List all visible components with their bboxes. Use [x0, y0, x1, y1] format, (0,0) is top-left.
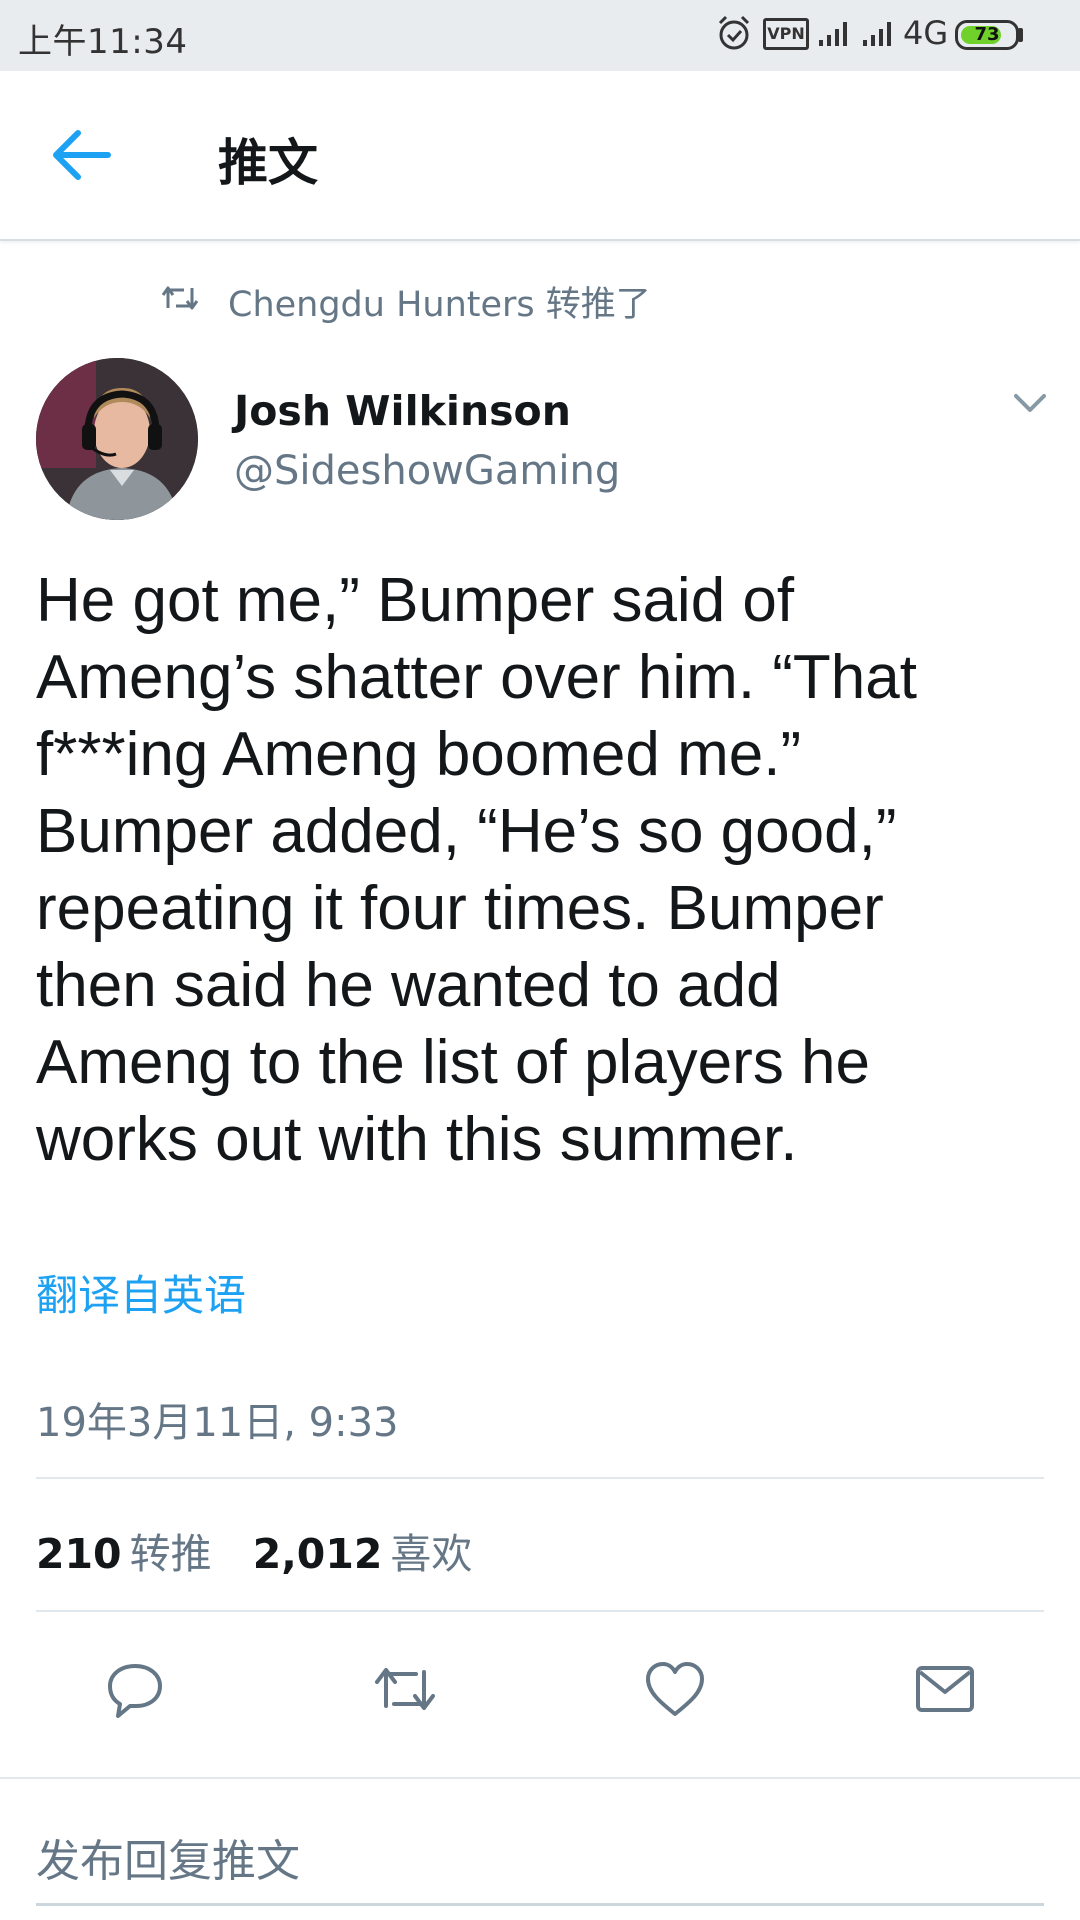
reply-icon: [108, 1664, 162, 1718]
tweet-text-line: repeating it four times. Bumper: [36, 874, 884, 943]
alarm-icon: [718, 15, 750, 50]
divider: [36, 1610, 1044, 1612]
arrow-left-icon: [53, 130, 111, 180]
retweet-icon: [161, 286, 199, 310]
author-handle[interactable]: @SideshowGaming: [234, 448, 620, 494]
tweet-options-button[interactable]: [1010, 388, 1050, 418]
likes-count: 2,012: [252, 1530, 383, 1578]
vpn-label: VPN: [767, 24, 805, 43]
tweet-text-line: works out with this summer.: [36, 1105, 798, 1174]
like-button[interactable]: [640, 1654, 710, 1724]
retweet-button[interactable]: [370, 1654, 440, 1724]
app-header: 推文: [0, 71, 1080, 241]
author-name[interactable]: Josh Wilkinson: [234, 387, 571, 435]
battery-icon: 73: [955, 20, 1019, 50]
tweet-text-line: He got me,” Bumper said of: [36, 566, 795, 635]
reply-input-underline: [36, 1903, 1044, 1906]
battery-level: 73: [974, 24, 1000, 45]
page-title: 推文: [218, 134, 318, 192]
likes-stat[interactable]: 2,012 喜欢: [253, 1520, 473, 1580]
signal-icon: [819, 22, 847, 46]
tweet-text-line: f***ing Ameng boomed me.”: [36, 720, 802, 789]
tweet-text-line: Bumper added, “He’s so good,”: [36, 797, 897, 866]
retweet-context-label: Chengdu Hunters 转推了: [228, 285, 651, 325]
tweet-text-line: Ameng to the list of players he: [36, 1028, 871, 1097]
tweet-timestamp[interactable]: 19年3月11日, 9:33: [36, 1390, 399, 1448]
tweet-text-line: then said he wanted to add: [36, 951, 781, 1020]
reply-input[interactable]: 发布回复推文: [36, 1825, 300, 1889]
tweet-text-line: Ameng’s shatter over him. “That: [36, 643, 917, 712]
reply-button[interactable]: [100, 1654, 170, 1724]
divider: [36, 1477, 1044, 1479]
status-time: 上午11:34: [18, 22, 188, 62]
signal-icon: [863, 22, 891, 46]
chevron-down-icon: [1014, 394, 1046, 412]
retweet-icon: [375, 1668, 435, 1710]
retweets-label: 转推: [129, 1530, 212, 1578]
avatar[interactable]: [36, 358, 198, 520]
avatar-image: [36, 358, 198, 520]
like-icon: [646, 1662, 704, 1716]
retweets-count: 210: [36, 1530, 122, 1578]
vpn-icon: VPN: [763, 18, 809, 50]
status-icons: VPN 4G 73: [717, 14, 1062, 58]
direct-message-button[interactable]: [910, 1654, 980, 1724]
tweet-stats: 210 转推 2,012 喜欢: [36, 1520, 508, 1578]
network-type: 4G: [903, 14, 949, 52]
status-bar: 上午11:34 VPN 4G 73: [0, 0, 1080, 71]
likes-label: 喜欢: [390, 1530, 473, 1578]
battery-tip: [1018, 28, 1023, 42]
translate-link[interactable]: 翻译自英语: [36, 1262, 246, 1323]
tweet-detail-screen: 上午11:34 VPN 4G 73 推文 Chengdu Hunters 转推了…: [0, 0, 1080, 1920]
retweets-stat[interactable]: 210 转推: [36, 1520, 212, 1580]
message-icon: [916, 1666, 974, 1712]
back-button[interactable]: [48, 125, 118, 185]
reply-composer: 发布回复推文: [0, 1777, 1080, 1920]
tweet-text: He got me,” Bumper said of Ameng’s shatt…: [36, 562, 1046, 1178]
